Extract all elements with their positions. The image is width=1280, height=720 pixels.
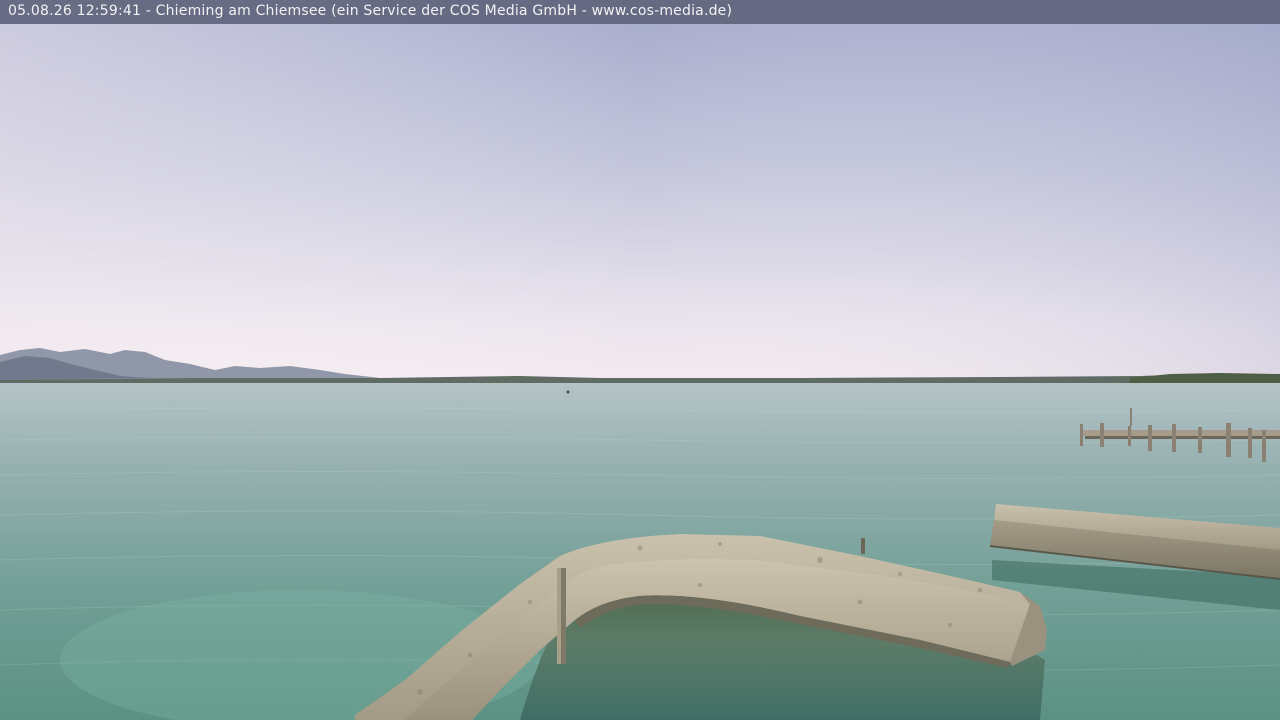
caption-text: - Chieming am Chiemsee (ein Service der … xyxy=(141,3,733,19)
webcam-image xyxy=(0,0,1280,720)
timestamp-text: 05.08.26 12:59:41 xyxy=(8,3,142,19)
timestamp-overlay: 05.08.26 12:59:41 - Chieming am Chiemsee… xyxy=(0,0,1280,24)
sky xyxy=(0,0,1280,385)
buoy xyxy=(566,390,570,394)
